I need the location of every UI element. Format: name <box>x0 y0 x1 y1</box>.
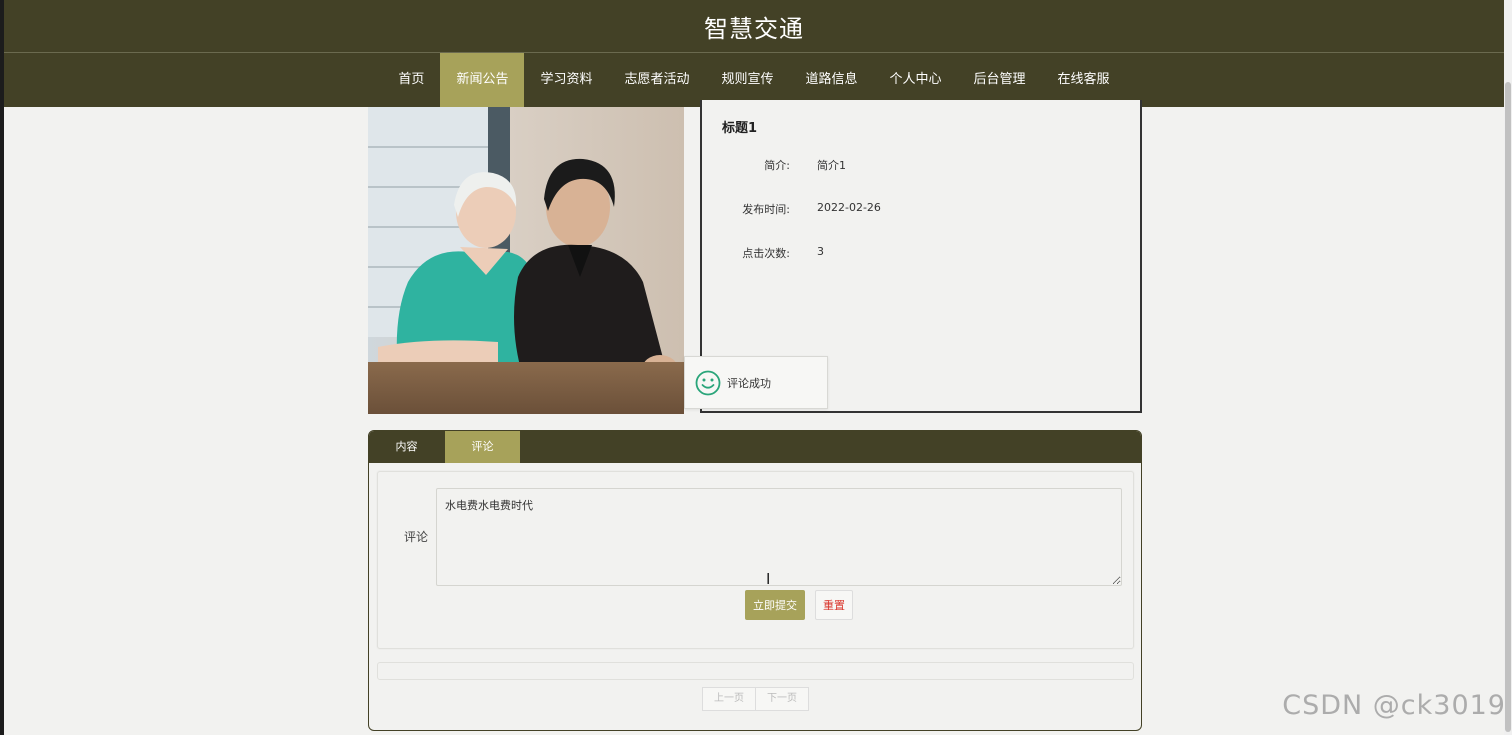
window-left-edge <box>0 0 4 735</box>
summary-label: 简介: <box>764 159 790 172</box>
toast-text: 评论成功 <box>727 376 771 390</box>
nav-item-volunteer[interactable]: 志愿者活动 <box>608 53 705 107</box>
main-nav: 首页 新闻公告 学习资料 志愿者活动 规则宣传 道路信息 个人中心 后台管理 在… <box>4 53 1504 107</box>
tab-content[interactable]: 内容 <box>369 431 444 463</box>
site-title: 智慧交通 <box>704 14 804 43</box>
site-header: 智慧交通 <box>4 0 1504 53</box>
tab-comments[interactable]: 评论 <box>445 431 520 463</box>
content-tab-panel: 内容 评论 评论 水电费水电费时代 I 立即提交 重置 上一页 下一页 <box>368 430 1142 731</box>
publish-time-label: 发布时间: <box>742 203 790 216</box>
nav-item-study[interactable]: 学习资料 <box>524 53 608 107</box>
nav-item-news[interactable]: 新闻公告 <box>440 53 525 107</box>
nav-item-support[interactable]: 在线客服 <box>1042 53 1126 107</box>
scrollbar-thumb[interactable] <box>1505 82 1511 732</box>
publish-time-value: 2022-02-26 <box>817 201 881 214</box>
comment-success-toast: 评论成功 <box>684 356 828 409</box>
clicks-label: 点击次数: <box>742 247 790 260</box>
comment-list <box>377 662 1134 680</box>
reset-button[interactable]: 重置 <box>815 590 853 620</box>
nav-item-profile[interactable]: 个人中心 <box>874 53 958 107</box>
news-photo <box>368 107 684 414</box>
news-photo-illustration <box>368 107 684 414</box>
text-cursor-icon: I <box>766 570 771 588</box>
comment-form: 评论 水电费水电费时代 I 立即提交 重置 <box>377 471 1134 649</box>
nav-item-admin[interactable]: 后台管理 <box>958 53 1042 107</box>
page-scrollbar[interactable] <box>1504 0 1512 735</box>
smiley-icon <box>695 370 721 395</box>
pagination: 上一页 下一页 <box>702 687 809 711</box>
summary-value: 简介1 <box>817 159 846 172</box>
news-title: 标题1 <box>722 121 758 136</box>
comment-textarea[interactable]: 水电费水电费时代 <box>436 488 1122 586</box>
watermark: CSDN @ck3019 <box>1282 690 1506 721</box>
clicks-value: 3 <box>817 245 824 258</box>
submit-button[interactable]: 立即提交 <box>745 590 805 620</box>
comment-label: 评论 <box>404 530 429 544</box>
nav-item-road[interactable]: 道路信息 <box>790 53 874 107</box>
next-page-button[interactable]: 下一页 <box>756 687 809 711</box>
prev-page-button[interactable]: 上一页 <box>702 687 756 711</box>
tab-bar: 内容 评论 <box>369 431 1141 463</box>
nav-item-rules[interactable]: 规则宣传 <box>705 53 789 107</box>
nav-item-home[interactable]: 首页 <box>382 53 440 107</box>
